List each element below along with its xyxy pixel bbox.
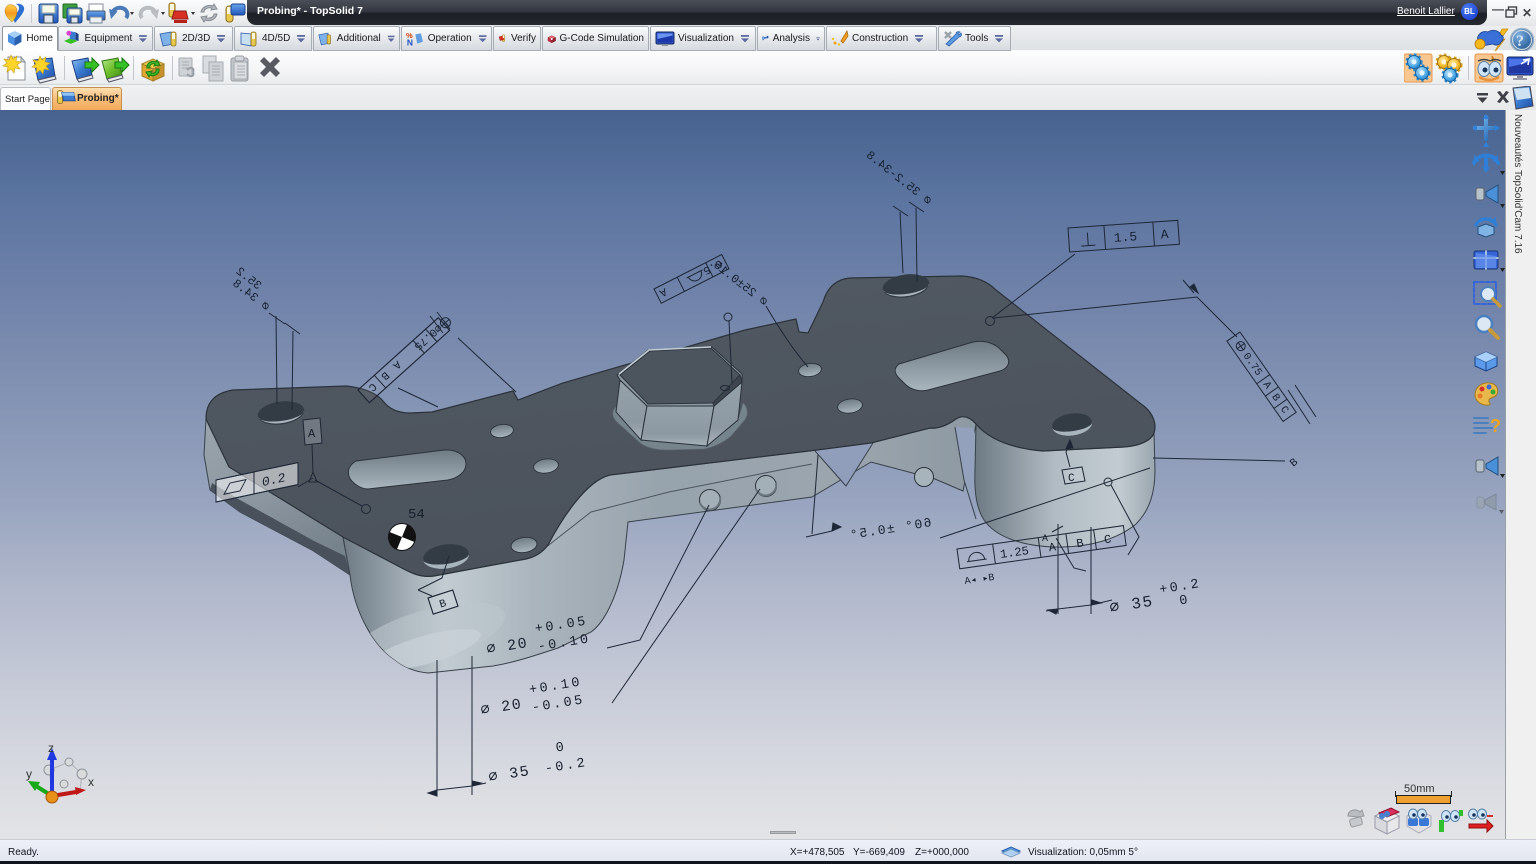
svg-text:A: A [1042,534,1048,545]
svg-text:0: 0 [1178,593,1188,609]
svg-text:⌀ 25±0.15: ⌀ 25±0.15 [710,258,770,309]
svg-text:B: B [1288,456,1301,470]
svg-text:⌀ 20: ⌀ 20 [479,696,523,719]
svg-text:C: C [1068,473,1075,485]
svg-text:?: ? [1516,33,1524,50]
svg-text:⌀ 35.2-34.8: ⌀ 35.2-34.8 [863,148,934,208]
svg-text:y: y [26,767,32,781]
svg-text:A◂ ▸B: A◂ ▸B [964,573,995,588]
svg-text:-0.2: -0.2 [544,756,589,778]
svg-text:1.5: 1.5 [1113,229,1137,246]
svg-text:?: ? [1490,416,1501,436]
svg-text:N: N [407,37,413,47]
svg-text:z: z [48,741,54,755]
svg-text:B: B [1268,392,1281,404]
svg-text:0: 0 [555,740,568,756]
svg-text:C: C [1277,404,1290,416]
svg-text:60° ±0.5°: 60° ±0.5° [848,515,933,543]
svg-text:⌀ 35: ⌀ 35 [487,763,531,786]
svg-text:⌀ 35: ⌀ 35 [1108,593,1155,618]
svg-text:A: A [308,427,316,441]
svg-text:A: A [1160,227,1169,243]
svg-text:x: x [88,775,94,789]
svg-text:54: 54 [408,507,425,523]
